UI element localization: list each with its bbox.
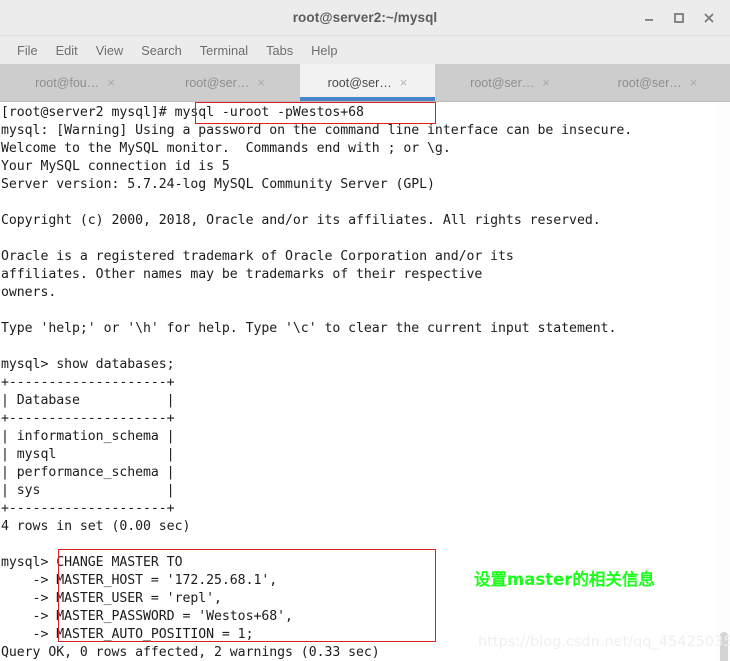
tab-bar: root@fou… × root@ser… × root@ser… × root@ser… ×… [0,64,730,102]
terminal-tab-1[interactable]: root@fou… × [0,64,150,101]
maximize-button[interactable] [664,3,694,33]
tab-close-icon[interactable]: × [690,76,698,89]
menu-item-view[interactable]: View [87,40,133,61]
terminal-line: | Database | [1,393,175,408]
terminal-line: +--------------------+ [1,411,175,426]
tab-label: root@fou… [35,75,100,90]
tab-close-icon[interactable]: × [400,76,408,89]
terminal-line: | performance_schema | [1,465,175,480]
terminal-line: | mysql | [1,447,175,462]
vertical-scrollbar-track[interactable] [717,102,730,661]
terminal-line: -> MASTER_USER = 'repl', [1,591,222,606]
terminal-line: Copyright (c) 2000, 2018, Oracle and/or … [1,213,601,228]
terminal-line: affiliates. Other names may be trademark… [1,267,483,282]
terminal-line: mysql: [Warning] Using a password on the… [1,123,633,138]
title-bar: root@server2:~/mysql [0,0,730,36]
menu-item-tabs[interactable]: Tabs [257,40,302,61]
watermark-text: https://blog.csdn.net/qq_45425035 [478,634,730,650]
terminal-line: -> MASTER_PASSWORD = 'Westos+68', [1,609,293,624]
close-button[interactable] [694,3,724,33]
terminal-line: +--------------------+ [1,501,175,516]
terminal-line: +--------------------+ [1,375,175,390]
tab-label: root@ser… [617,75,682,90]
terminal-line: Type 'help;' or '\h' for help. Type '\c'… [1,321,617,336]
terminal-line: Oracle is a registered trademark of Orac… [1,249,514,264]
terminal-tab-2[interactable]: root@ser… × [150,64,300,101]
menu-item-file[interactable]: File [8,40,47,61]
tab-label: root@ser… [470,75,535,90]
terminal-window: root@server2:~/mysql File Edit View Sear… [0,0,730,661]
window-title: root@server2:~/mysql [292,10,438,25]
menu-bar: File Edit View Search Terminal Tabs Help [0,36,730,64]
minimize-button[interactable] [634,3,664,33]
terminal-line: Server version: 5.7.24-log MySQL Communi… [1,177,435,192]
menu-item-terminal[interactable]: Terminal [191,40,257,61]
terminal-tab-3[interactable]: root@ser… × [300,64,435,101]
tab-label: root@ser… [327,75,392,90]
menu-item-help[interactable]: Help [302,40,346,61]
tab-close-icon[interactable]: × [542,76,550,89]
terminal-line: owners. [1,285,57,300]
terminal-line: | information_schema | [1,429,175,444]
tab-close-icon[interactable]: × [257,76,265,89]
terminal-line: 4 rows in set (0.00 sec) [1,519,191,534]
menu-item-search[interactable]: Search [132,40,191,61]
terminal-line: mysql> show databases; [1,357,175,372]
terminal-tab-4[interactable]: root@ser… × [435,64,585,101]
menu-item-edit[interactable]: Edit [47,40,87,61]
tab-close-icon[interactable]: × [107,76,115,89]
terminal-line: [root@server2 mysql]# mysql -uroot -pWes… [1,105,364,120]
terminal-line: | sys | [1,483,175,498]
annotation-note: 设置master的相关信息 [474,570,655,589]
terminal-tab-5[interactable]: root@ser… × [585,64,730,101]
tab-label: root@ser… [185,75,250,90]
window-controls [634,0,724,36]
terminal-line: Welcome to the MySQL monitor. Commands e… [1,141,451,156]
terminal-line: Your MySQL connection id is 5 [1,159,230,174]
